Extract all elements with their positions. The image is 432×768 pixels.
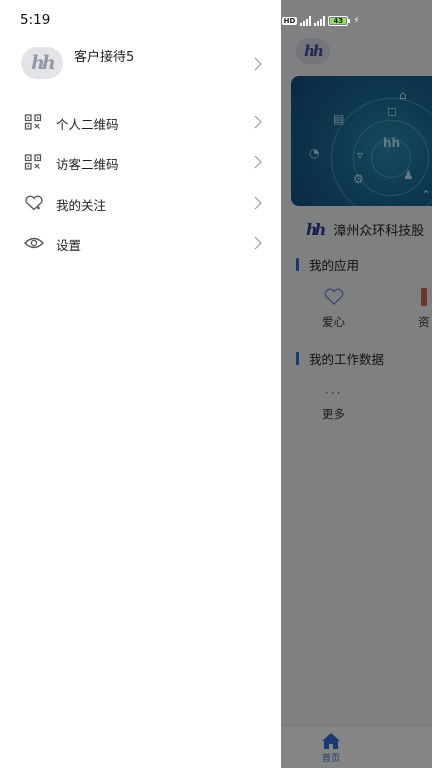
status-bar: 5:19 0.99 KB/s ✱ HD 43 ⚡: [0, 0, 432, 40]
charging-icon: ⚡: [353, 16, 360, 26]
bluetooth-icon: ✱: [270, 15, 279, 27]
status-time: 5:19: [20, 12, 51, 28]
drawer-scrim[interactable]: [281, 0, 432, 768]
menu-item-label: 访客二维码: [56, 157, 119, 172]
chevron-right-icon: [252, 57, 264, 71]
chevron-right-icon: [252, 115, 264, 129]
chevron-right-icon: [252, 155, 264, 169]
menu-item-label: 个人二维码: [56, 117, 119, 132]
signal-icon: [300, 16, 312, 26]
profile-row[interactable]: hh 客户接待5: [0, 40, 281, 88]
qr-code-icon: [24, 154, 42, 170]
signal-icon: [314, 16, 326, 26]
menu-item-personal-qr[interactable]: 个人二维码: [0, 102, 281, 142]
menu-item-my-follows[interactable]: 我的关注: [0, 183, 281, 223]
battery-icon: 43: [328, 16, 351, 26]
chevron-right-icon: [252, 236, 264, 250]
side-drawer: hh 客户接待5 个人二维码 访客二维码 我的关注 设置: [0, 0, 281, 768]
status-icons: 0.99 KB/s ✱ HD 43 ⚡: [251, 14, 360, 28]
menu-item-label: 我的关注: [56, 198, 107, 213]
profile-name: 客户接待5: [74, 50, 135, 65]
hd-icon: HD: [281, 17, 298, 25]
qr-code-icon: [24, 114, 42, 130]
menu-item-label: 设置: [56, 238, 82, 253]
network-speed: 0.99 KB/s: [251, 13, 268, 28]
chevron-right-icon: [252, 196, 264, 210]
menu-item-visitor-qr[interactable]: 访客二维码: [0, 142, 281, 182]
menu-item-settings[interactable]: 设置: [0, 223, 281, 263]
eye-icon: [24, 237, 44, 249]
heart-icon: [25, 195, 43, 211]
avatar: hh: [21, 47, 63, 79]
